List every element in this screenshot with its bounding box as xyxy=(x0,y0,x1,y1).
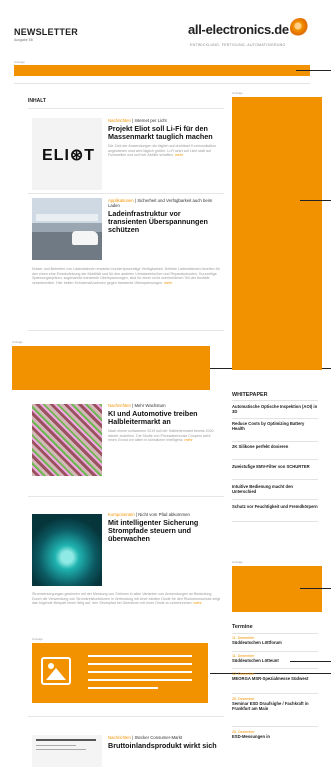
whitepaper-item[interactable]: 2K Silikone perfekt dosieren xyxy=(232,444,318,449)
divider xyxy=(28,716,224,717)
native-ad[interactable] xyxy=(32,643,208,703)
ad-label: Anzeige xyxy=(14,60,25,64)
newsletter-title: NEWSLETTER xyxy=(14,27,78,37)
article-teaser-body: Nutzer und Betreiber von Ladestationen e… xyxy=(32,267,222,285)
event-name: MEORGA MSR-Spezialmesse Südwest xyxy=(232,676,309,681)
whitepaper-item[interactable]: Zweistufige EMV-Filter von SCHURTER xyxy=(232,464,318,469)
article-headline[interactable]: Projekt Eliot soll Li-Fi für den Massenm… xyxy=(108,125,220,141)
article-headline[interactable]: Ladeinfrastruktur vor transienten Übersp… xyxy=(108,210,220,234)
divider xyxy=(232,668,318,669)
annotation-line xyxy=(296,70,331,71)
article-topic: | Internet per Licht xyxy=(132,118,167,123)
event-name: Seminar ESD Draufsighe / Fachkraft in Fr… xyxy=(232,701,309,711)
article-thumbnail[interactable] xyxy=(32,735,102,767)
divider xyxy=(232,459,318,460)
event-item[interactable]: 12. Dezember MEORGA MSR-Spezialmesse Süd… xyxy=(232,672,318,681)
article-teaser: Nachrichten | Mehr Wachstum KI und Autom… xyxy=(108,403,220,443)
whitepaper-item[interactable]: Schutz vor Feuchtigkeit und Fremdkörpern xyxy=(232,504,318,509)
image-placeholder-icon xyxy=(41,657,71,685)
divider xyxy=(232,633,318,634)
article-teaser: Nachrichten | Stecker Consumer-Markt Bru… xyxy=(108,735,220,750)
article-thumbnail[interactable] xyxy=(32,514,102,586)
ad-label: Anzeige xyxy=(232,91,243,95)
event-item[interactable]: 26. Dezember Seminar ESD Draufsighe / Fa… xyxy=(232,697,318,711)
ad-label: Anzeige xyxy=(232,560,243,564)
divider xyxy=(232,418,318,419)
whitepaper-item[interactable]: Intuitive Bedienung macht den Unterschie… xyxy=(232,484,318,494)
article-thumbnail[interactable]: ELI⊛T xyxy=(32,118,102,190)
event-name: Süddeutschen Löttforum xyxy=(232,640,282,645)
divider xyxy=(232,400,318,401)
eliot-logo: ELI⊛T xyxy=(42,147,96,164)
divider xyxy=(28,330,224,331)
events-heading: Termine xyxy=(232,624,253,630)
sidebar-ad[interactable] xyxy=(232,566,322,612)
divider xyxy=(28,496,224,497)
content-ad[interactable] xyxy=(12,346,210,390)
event-item[interactable]: 26. Dezember ESD-Messungen in xyxy=(232,730,318,739)
article-category[interactable]: Komponenten xyxy=(108,512,135,517)
contents-heading: INHALT xyxy=(28,98,46,104)
charging-station-image xyxy=(36,214,98,221)
whitepaper-heading: WHITEPAPER xyxy=(232,392,268,398)
article-topic: | Nicht vom Pfad abkommen xyxy=(135,512,190,517)
ad-label: Anzeige xyxy=(12,340,23,344)
article-thumbnail[interactable] xyxy=(32,404,102,476)
divider xyxy=(28,108,224,109)
annotation-line xyxy=(290,661,331,662)
divider xyxy=(232,651,318,652)
ad-label: Anzeige xyxy=(32,637,43,641)
read-more-link[interactable]: mehr xyxy=(194,601,202,605)
article-category[interactable]: Nachrichten xyxy=(108,403,131,408)
article-category[interactable]: Nachrichten xyxy=(108,735,131,740)
top-banner-ad[interactable] xyxy=(14,65,310,76)
issue-number: Ausgabe 58 xyxy=(14,38,33,42)
divider xyxy=(28,193,224,194)
article-topic: | Mehr Wachstum xyxy=(132,403,166,408)
article-topic: | Stecker Consumer-Markt xyxy=(132,735,183,740)
logo-tagline: ENTWICKLUNG, FERTIGUNG, AUTOMATISIERUNG xyxy=(190,43,286,47)
article-headline[interactable]: Bruttoinlandsprodukt wirkt sich xyxy=(108,742,220,750)
article-headline[interactable]: Mit intelligenter Sicherung Strompfade s… xyxy=(108,519,220,543)
mountain-shape xyxy=(46,668,66,680)
header-divider xyxy=(14,83,310,84)
article-teaser: Applikationen | Sicherheit und Verfügbar… xyxy=(108,198,220,234)
article-teaser: Komponenten | Nicht vom Pfad abkommen Mi… xyxy=(108,512,220,543)
event-name: ESD-Messungen in xyxy=(232,734,270,739)
article-thumbnail[interactable] xyxy=(32,198,102,260)
divider xyxy=(232,479,318,480)
annotation-line xyxy=(300,200,331,201)
skyscraper-ad[interactable] xyxy=(232,97,322,370)
article-summary: Die Zahl der Anwendungen die täglich auf… xyxy=(108,144,217,157)
event-item[interactable]: 11. Dezember Süddeutschen Löttforum xyxy=(232,636,318,645)
whitepaper-item[interactable]: Automatische Optische Inspektion (AOI) i… xyxy=(232,404,318,414)
divider xyxy=(232,726,318,727)
article-category[interactable]: Nachrichten xyxy=(108,118,131,123)
read-more-link[interactable]: mehr xyxy=(175,153,183,157)
article-teaser: Nachrichten | Internet per Licht Projekt… xyxy=(108,118,220,158)
logo-sunburst-icon xyxy=(290,18,310,38)
divider xyxy=(232,521,318,522)
logo-wordmark: all-electronics.de xyxy=(188,22,289,37)
divider xyxy=(232,693,318,694)
divider xyxy=(232,499,318,500)
article-summary: Nach einem schwachen 2019 soll der Halbl… xyxy=(108,429,214,442)
article-summary: Nutzer und Betreiber von Ladestationen e… xyxy=(32,267,220,285)
article-headline[interactable]: KI und Automotive treiben Halbleitermark… xyxy=(108,410,220,426)
read-more-link[interactable]: mehr xyxy=(185,438,193,442)
read-more-link[interactable]: mehr xyxy=(164,281,172,285)
divider xyxy=(232,441,318,442)
article-teaser-body: Stromversorgungen gewinnen mit der Messu… xyxy=(32,592,222,606)
annotation-line xyxy=(300,588,331,589)
whitepaper-item[interactable]: Reduce Costs by Optimizing Battery Healt… xyxy=(232,421,318,431)
article-summary: Stromversorgungen gewinnen mit der Messu… xyxy=(32,592,220,605)
car-image xyxy=(72,231,98,245)
